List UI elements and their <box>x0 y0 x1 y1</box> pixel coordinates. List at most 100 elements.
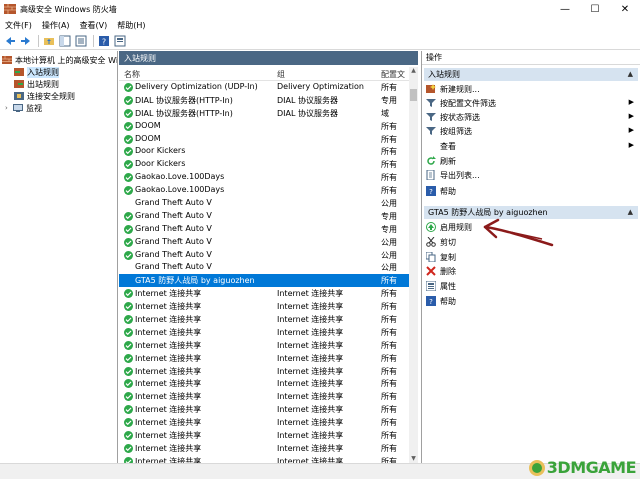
tree-root[interactable]: 本地计算机 上的高级安全 Wind <box>2 54 117 66</box>
action-help[interactable]: ? 帮助 <box>426 185 636 197</box>
table-row[interactable]: Internet 连接共享 Internet 连接共享 所有 <box>119 352 409 365</box>
table-row[interactable]: Internet 连接共享 Internet 连接共享 所有 <box>119 429 409 442</box>
table-row[interactable]: GTA5 防野人战局 by aiguozhen 所有 <box>119 274 409 288</box>
chevron-right-icon[interactable]: › <box>5 104 13 112</box>
action-refresh[interactable]: 刷新 <box>426 155 636 167</box>
rule-name-cell: Door Kickers <box>135 146 186 156</box>
table-row[interactable]: Internet 连接共享 Internet 连接共享 所有 <box>119 416 409 429</box>
filter-icon <box>426 99 436 107</box>
column-name[interactable]: 名称 <box>124 69 140 80</box>
show-hide-tree-button[interactable] <box>58 34 72 48</box>
table-row[interactable]: Internet 连接共享 Internet 连接共享 所有 <box>119 442 409 455</box>
table-row[interactable]: Door Kickers 所有 <box>119 145 409 158</box>
table-row[interactable]: Internet 连接共享 Internet 连接共享 所有 <box>119 339 409 352</box>
export-list-button[interactable] <box>74 34 88 48</box>
table-row[interactable]: Internet 连接共享 Internet 连接共享 所有 <box>119 403 409 416</box>
menu-file[interactable]: 文件(F) <box>0 20 37 31</box>
action-label: 查看 <box>440 141 456 151</box>
table-row[interactable]: Internet 连接共享 Internet 连接共享 所有 <box>119 455 409 463</box>
back-arrow-icon <box>6 37 15 45</box>
table-row[interactable]: DIAL 协议服务器(HTTP-In) DIAL 协议服务器 专用 <box>119 94 409 107</box>
action-properties[interactable]: 属性 <box>426 280 636 292</box>
menu-help[interactable]: 帮助(H) <box>112 20 150 31</box>
scroll-down-icon[interactable]: ▼ <box>409 455 418 463</box>
rule-group-cell: Internet 连接共享 <box>277 366 344 376</box>
rule-name-cell: Gaokao.Love.100Days <box>135 185 225 195</box>
table-row[interactable]: Internet 连接共享 Internet 连接共享 所有 <box>119 313 409 326</box>
column-group[interactable]: 组 <box>277 69 285 80</box>
table-row[interactable]: Grand Theft Auto V 公用 <box>119 261 409 274</box>
action-view[interactable]: 查看 ▶ <box>426 140 636 152</box>
up-folder-button[interactable] <box>42 34 56 48</box>
menu-view[interactable]: 查看(V) <box>75 20 113 31</box>
action-help-rule[interactable]: ? 帮助 <box>426 295 636 307</box>
table-row[interactable]: Grand Theft Auto V 公用 <box>119 197 409 210</box>
menu-action[interactable]: 操作(A) <box>37 20 75 31</box>
action-delete[interactable]: 删除 <box>426 265 636 277</box>
table-row[interactable]: Internet 连接共享 Internet 连接共享 所有 <box>119 365 409 378</box>
rule-profile-cell: 所有 <box>381 418 397 428</box>
table-row[interactable]: Door Kickers 所有 <box>119 158 409 171</box>
tree-item-monitoring[interactable]: › 监视 <box>5 102 42 114</box>
vertical-scrollbar[interactable]: ▲ ▼ <box>409 67 418 463</box>
table-row[interactable]: DIAL 协议服务器(HTTP-In) DIAL 协议服务器 域 <box>119 107 409 120</box>
rule-name-cell: GTA5 防野人战局 by aiguozhen <box>135 276 255 286</box>
rule-group-cell: Internet 连接共享 <box>277 392 344 402</box>
table-row[interactable]: DOOM 所有 <box>119 120 409 133</box>
action-label: 帮助 <box>440 186 456 196</box>
forward-button[interactable] <box>19 34 33 48</box>
enabled-check-icon <box>124 431 133 441</box>
actions-title: 操作 <box>422 51 640 65</box>
submenu-arrow-icon: ▶ <box>628 126 634 134</box>
table-row[interactable]: Gaokao.Love.100Days 所有 <box>119 171 409 184</box>
actions-section-inbound[interactable]: 入站规则 ▲ <box>424 68 638 81</box>
table-row[interactable]: Internet 连接共享 Internet 连接共享 所有 <box>119 300 409 313</box>
tree-item-inbound[interactable]: 入站规则 <box>14 66 59 78</box>
action-filter-profile[interactable]: 按配置文件筛选 ▶ <box>426 97 636 109</box>
table-row[interactable]: Internet 连接共享 Internet 连接共享 所有 <box>119 390 409 403</box>
rule-name-cell: Internet 连接共享 <box>135 392 202 402</box>
action-label: 按组筛选 <box>440 126 472 136</box>
rule-profile-cell: 公用 <box>381 250 397 260</box>
enabled-check-icon <box>124 366 133 376</box>
watermark: 3DMGAME <box>527 458 637 477</box>
rule-profile-cell: 所有 <box>381 379 397 389</box>
rule-group-cell: Internet 连接共享 <box>277 431 344 441</box>
tree-item-outbound[interactable]: 出站规则 <box>14 78 59 90</box>
forward-arrow-icon <box>21 37 30 45</box>
rule-profile-cell: 所有 <box>381 327 397 337</box>
rule-group-cell: DIAL 协议服务器 <box>277 108 338 118</box>
table-row[interactable]: DOOM 所有 <box>119 133 409 146</box>
table-row[interactable]: Internet 连接共享 Internet 连接共享 所有 <box>119 287 409 300</box>
rule-profile-cell: 所有 <box>381 121 397 131</box>
table-row[interactable]: Grand Theft Auto V 公用 <box>119 236 409 249</box>
help-toolbar-button[interactable]: ? <box>97 34 111 48</box>
table-row[interactable]: Grand Theft Auto V 专用 <box>119 210 409 223</box>
minimize-button[interactable]: — <box>550 0 580 18</box>
tree-item-connection-security[interactable]: 连接安全规则 <box>14 90 75 102</box>
table-row[interactable]: Internet 连接共享 Internet 连接共享 所有 <box>119 326 409 339</box>
table-row[interactable]: Gaokao.Love.100Days 所有 <box>119 184 409 197</box>
table-row[interactable]: Grand Theft Auto V 公用 <box>119 249 409 262</box>
rule-name-cell: Internet 连接共享 <box>135 289 202 299</box>
action-new-rule[interactable]: 新建规则... <box>426 83 636 95</box>
maximize-button[interactable]: ☐ <box>580 0 610 18</box>
column-profile[interactable]: 配置文 <box>381 69 405 80</box>
close-button[interactable]: ✕ <box>610 0 640 18</box>
scrollbar-thumb[interactable] <box>410 89 417 101</box>
table-row[interactable]: Delivery Optimization (UDP-In) Delivery O… <box>119 81 409 94</box>
table-row[interactable]: Internet 连接共享 Internet 连接共享 所有 <box>119 377 409 390</box>
action-export-list[interactable]: 导出列表... <box>426 169 636 181</box>
help-icon: ? <box>426 186 436 196</box>
collapse-icon[interactable]: ▲ <box>628 208 633 216</box>
scroll-up-icon[interactable]: ▲ <box>409 67 418 75</box>
action-filter-state[interactable]: 按状态筛选 ▶ <box>426 111 636 123</box>
rule-group-cell: Internet 连接共享 <box>277 289 344 299</box>
rules-list: Delivery Optimization (UDP-In) Delivery O… <box>119 81 409 463</box>
enabled-check-icon <box>124 83 133 92</box>
collapse-icon[interactable]: ▲ <box>628 70 633 78</box>
back-button[interactable] <box>3 34 17 48</box>
table-row[interactable]: Grand Theft Auto V 专用 <box>119 223 409 236</box>
action-filter-group[interactable]: 按组筛选 ▶ <box>426 125 636 137</box>
properties-toolbar-button[interactable] <box>113 34 127 48</box>
